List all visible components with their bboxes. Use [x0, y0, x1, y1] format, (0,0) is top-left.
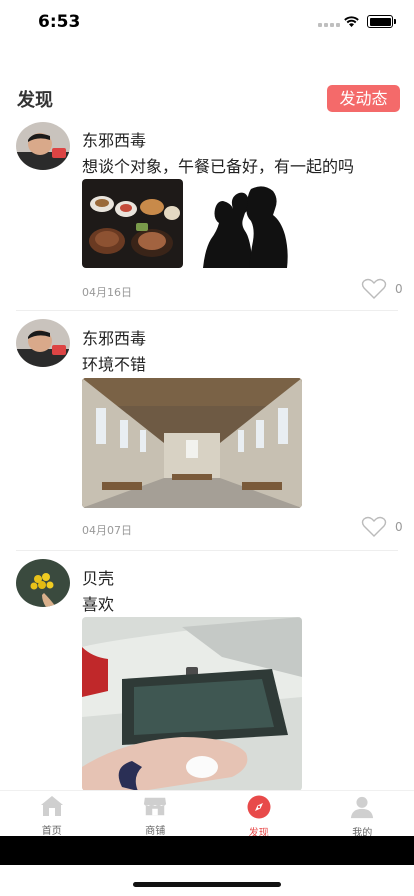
heart-icon [361, 278, 387, 299]
cellular-signal-icon [318, 21, 340, 27]
heart-icon [361, 516, 387, 537]
like-count: 0 [395, 282, 403, 296]
post-username[interactable]: 贝壳 [82, 565, 114, 589]
home-icon [40, 795, 64, 817]
home-indicator[interactable] [133, 882, 281, 887]
post-text: 喜欢 [82, 595, 115, 614]
bottom-band [0, 836, 414, 865]
post-image[interactable] [82, 378, 302, 508]
avatar[interactable] [16, 319, 70, 367]
page-title: 发现 [17, 90, 53, 111]
like-button[interactable]: 0 [361, 516, 403, 538]
avatar[interactable] [16, 122, 70, 170]
post-image[interactable] [193, 179, 293, 268]
post-image[interactable] [82, 617, 302, 791]
post-date: 04月16日 [82, 286, 132, 299]
like-button[interactable]: 0 [361, 278, 403, 300]
feed-list: 东邪西毒 想谈个对象，午餐已备好，有一起的吗 04月16日 0 东邪西毒 环境不… [0, 118, 414, 851]
status-bar: 6:53 [0, 0, 414, 44]
battery-icon [367, 15, 396, 28]
post-moment-button[interactable]: 发动态 [327, 85, 400, 112]
user-icon [350, 795, 374, 819]
post-username[interactable]: 东邪西毒 [82, 127, 146, 151]
post-date: 04月07日 [82, 524, 132, 537]
status-time: 6:53 [38, 12, 81, 32]
like-count: 0 [395, 520, 403, 534]
post-username[interactable]: 东邪西毒 [82, 325, 146, 349]
tab-shop-label: 商铺 [145, 826, 166, 837]
shop-icon [143, 795, 167, 817]
tab-profile[interactable]: 我的 [311, 791, 414, 839]
tab-discover[interactable]: 发现 [207, 791, 311, 839]
compass-icon [247, 795, 271, 819]
post-image[interactable] [82, 179, 183, 268]
wifi-icon [344, 16, 359, 27]
post-text: 环境不错 [82, 355, 147, 374]
post-text: 想谈个对象，午餐已备好，有一起的吗 [82, 157, 355, 176]
feed-post[interactable]: 东邪西毒 想谈个对象，午餐已备好，有一起的吗 04月16日 0 [16, 118, 403, 311]
tab-home[interactable]: 首页 [0, 791, 104, 837]
tab-shop[interactable]: 商铺 [104, 791, 208, 837]
tab-home-label: 首页 [41, 826, 62, 837]
avatar[interactable] [16, 559, 70, 607]
tab-bar: 首页 商铺 发现 我的 [0, 790, 414, 839]
feed-post[interactable]: 东邪西毒 环境不错 04月07日 0 [16, 311, 403, 551]
